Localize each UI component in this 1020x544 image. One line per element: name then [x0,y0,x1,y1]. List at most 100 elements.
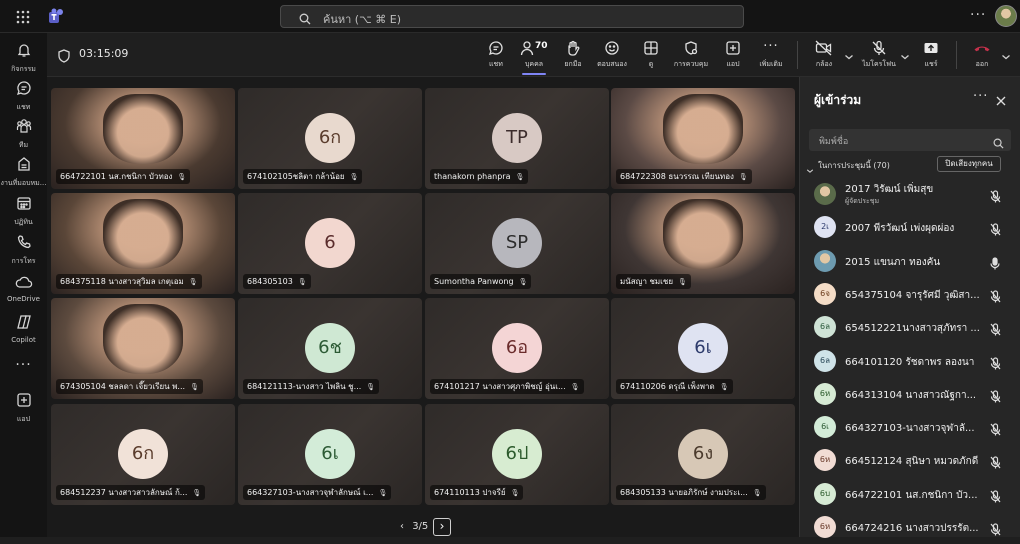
mic-off-icon [990,521,1001,540]
rail-chat[interactable]: แชท [0,80,47,113]
participant-role: ผู้จัดประชุม [845,197,880,205]
participants-panel: ผู้เข้าร่วม ··· พิมพ์ชื่อ ในการประชุมนี้… [799,77,1020,538]
chat-label: แชท [489,60,503,68]
more-button[interactable]: ··· เพิ่มเติม [753,40,789,70]
avatar: 6ห [814,516,836,538]
participant-search[interactable]: พิมพ์ชื่อ [809,129,1011,151]
participant-tile[interactable]: 664722101 นส.กชนิกา บัวทอง 🎙 [51,88,235,189]
participant-row[interactable]: 2017 วิรัฒน์ เพิ่มสุข ผู้จัดประชุม [800,178,1020,211]
participant-tile[interactable]: 6เ 674110206 ดรุณี เพ็งพาด 🎙 [611,298,795,399]
participant-tile[interactable]: 6ก 674102105ชลิตา กล้าน้อย 🎙 [238,88,422,189]
leave-button[interactable]: ออก [964,40,1000,70]
participant-name-text: thanakorn phanpra [434,172,511,181]
avatar: 6ห [814,449,836,472]
participant-row[interactable]: 2เ 2007 พีรวัฒน์ เพ่งผุดผ่อง [800,211,1020,244]
camera-chevron-down-icon[interactable] [844,46,854,65]
rail-teams[interactable]: ทีม [0,118,47,151]
participant-tile[interactable]: 6ง 684305133 นายอภิรักษ์ งามประเ... 🎙 [611,404,795,505]
people-button[interactable]: 70 บุคคล [516,40,552,75]
profile-avatar[interactable] [995,5,1017,27]
avatar: 6บ [814,482,836,505]
participant-row[interactable]: 6ล 664101120 รัชดาพร ลองนา [800,345,1020,378]
search-bar[interactable]: ค้นหา (⌥ ⌘ E) [280,5,744,28]
participant-tile[interactable]: 674305104 ชลลดา เจี๊ยวเรียน พ... 🎙 [51,298,235,399]
participant-row[interactable]: 6บ 664722101 นส.กชนิกา บัว... [800,478,1020,511]
participant-tile[interactable]: 684375118 นางสาวสุวิมล เกตุเอม 🎙 [51,193,235,294]
panel-more-icon[interactable]: ··· [973,89,988,104]
mic-off-icon [990,454,1001,473]
participant-name: 2007 พีรวัฒน์ เพ่งผุดผ่อง [845,223,955,235]
participant-row[interactable]: 6ห 664512124 สุนิษา หมวดภักดี [800,444,1020,477]
react-label: ตอบสนอง [597,60,627,68]
app-grid-icon[interactable] [16,9,30,28]
close-icon[interactable] [996,91,1006,110]
participant-row[interactable]: 6เ 664327103-นางสาวจุฬาลั... [800,411,1020,444]
rail-label: แชท [16,103,31,111]
active-indicator [522,73,546,75]
participant-row[interactable]: 6จ 654375104 จารุรัศมี วุฒิสา... [800,278,1020,311]
next-page-chevron-icon[interactable]: › [433,518,451,536]
raise-hand-button[interactable]: ยกมือ [555,40,591,70]
participant-search-input[interactable]: พิมพ์ชื่อ [819,134,848,148]
rail-copilot[interactable]: Copilot [0,314,47,344]
participant-row[interactable]: 2015 แขนภา ทองคัน [800,245,1020,278]
react-button[interactable]: ตอบสนอง [594,40,630,70]
mic-chevron-down-icon[interactable] [900,46,910,65]
participant-tile[interactable]: 6ก 684512237 นางสาวสาวลักษณ์ ก้... 🎙 [51,404,235,505]
calendar-icon [16,197,31,210]
prev-page-chevron-icon[interactable]: ‹ [395,521,409,532]
search-icon [993,134,1004,153]
participant-row[interactable]: 6ห 664724216 นางสาวปรรรัต... [800,511,1020,544]
participant-name: 674101217 นางสาวศุภาพิชญ์ อุ่นเ... 🎙 [430,379,584,394]
rail-assignments[interactable]: งานที่มอบหม... [0,156,47,189]
participant-name-text: มนัสญา ชมเชย [620,277,674,286]
search-input[interactable]: ค้นหา (⌥ ⌘ E) [323,10,401,28]
participant-row[interactable]: 6ล 654512221นางสาวสุภัทรา ... [800,311,1020,344]
participant-name: 664722101 นส.กชนิกา บัวทอง 🎙 [56,169,191,184]
pager: ‹ 3/5 [395,521,428,532]
rail-activity[interactable]: กิจกรรม [0,42,47,75]
mic-off-icon: 🎙 [738,173,748,181]
mic-button[interactable]: ไมโครโฟน [859,40,899,70]
participant-tile[interactable]: 6 684305103 🎙 [238,193,422,294]
participant-name: 684375118 นางสาวสุวิมล เกตุเอม 🎙 [56,274,202,289]
title-bar: ค้นหา (⌥ ⌘ E) ··· [0,0,1020,33]
camera-button[interactable]: กล้อง [806,40,842,70]
rail-add-apps[interactable]: แอป [0,392,47,425]
controls-button[interactable]: การควบคุม [671,40,711,70]
mic-off-icon: 🎙 [752,489,762,497]
apps-label: แอป [726,60,740,68]
rail-calls[interactable]: การโทร [0,234,47,267]
participant-tile[interactable]: 6เ 664327103-นางสาวจุฬาลักษณ์ เ... 🎙 [238,404,422,505]
rail-onedrive[interactable]: OneDrive [0,274,47,303]
participant-tile[interactable]: TP thanakorn phanpra 🎙 [425,88,609,189]
mic-off-icon: 🎙 [190,383,199,391]
mute-all-button[interactable]: ปิดเสียงทุกคน [937,156,1001,172]
teams-logo-icon [47,8,65,28]
participant-avatar: 6ง [678,429,728,479]
participant-tile[interactable]: SP Sumontha Panwong 🎙 [425,193,609,294]
rail-calendar[interactable]: ปฏิทิน [0,195,47,228]
participant-tile[interactable]: 6ป 674110113 ปาจรีย์ 🎙 [425,404,609,505]
more-apps-icon[interactable]: ··· [0,357,47,373]
section-chevron-down-icon[interactable] [806,160,814,179]
share-button[interactable]: แชร์ [913,40,949,70]
rail-label: ปฏิทิน [14,218,33,226]
mic-off-icon: 🎙 [515,173,525,181]
more-options-icon[interactable]: ··· [970,7,986,23]
people-label: บุคคล [524,60,544,68]
apps-button[interactable]: แอป [715,40,751,70]
participant-name-text: Sumontha Panwong [434,277,514,286]
participant-tile[interactable]: มนัสญา ชมเชย 🎙 [611,193,795,294]
participant-row[interactable]: 6ห 664313104 นางสาวณัฐกา... [800,378,1020,411]
share-screen-icon [924,43,938,53]
participant-tile[interactable]: 684722308 ธนวรรณ เทียนทอง 🎙 [611,88,795,189]
rail-label: การโทร [11,257,36,265]
participant-tile[interactable]: 6ช 684121113-นางสาว ไพลิน ชู... 🎙 [238,298,422,399]
view-button[interactable]: ดู [633,40,669,70]
leave-chevron-down-icon[interactable] [1001,46,1011,65]
toolbar-divider [797,41,798,69]
chat-button[interactable]: แชท [478,40,514,70]
mic-off-icon: 🎙 [570,383,580,391]
participant-tile[interactable]: 6อ 674101217 นางสาวศุภาพิชญ์ อุ่นเ... 🎙 [425,298,609,399]
